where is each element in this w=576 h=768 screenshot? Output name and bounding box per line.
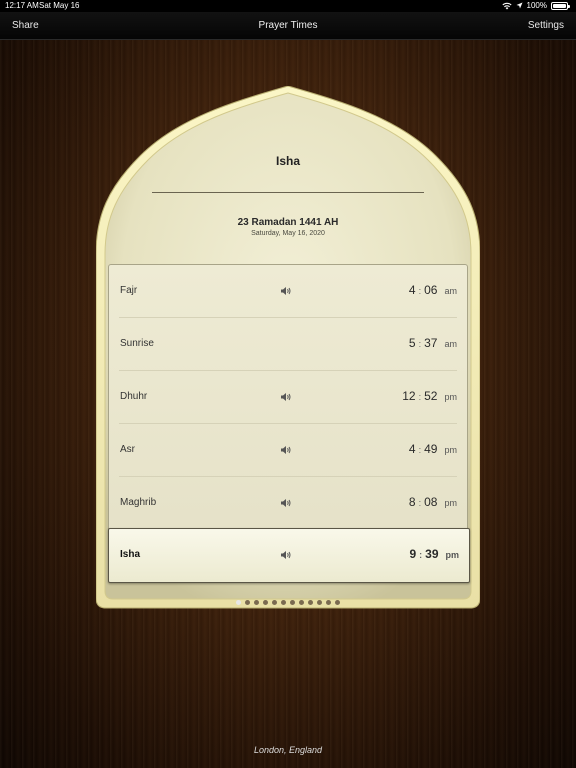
prayer-name: Sunrise: [120, 338, 154, 349]
prayer-name: Fajr: [120, 285, 138, 296]
page-title: Prayer Times: [258, 20, 318, 31]
time-minute: 06: [424, 283, 438, 297]
speaker-icon[interactable]: [280, 286, 292, 296]
status-right: 100%: [501, 1, 570, 10]
status-bar: 12:17 AM Sat May 16 100%: [0, 0, 576, 12]
page-dot[interactable]: [308, 600, 313, 605]
prayer-row-dhuhr[interactable]: Dhuhr 12 : 52 pm: [109, 371, 467, 424]
page-dot[interactable]: [236, 600, 241, 605]
time-hour: 5: [408, 336, 416, 350]
prayer-time: 8 : 08 pm: [402, 495, 457, 509]
time-colon: :: [418, 339, 422, 349]
prayer-time: 9 : 39 pm: [402, 547, 459, 561]
page-dot[interactable]: [263, 600, 268, 605]
prayer-time: 5 : 37 am: [402, 336, 457, 350]
nav-bar: Share Prayer Times Settings: [0, 12, 576, 40]
time-hour: 4: [408, 283, 416, 297]
prayer-time: 4 : 49 pm: [402, 442, 457, 456]
time-minute: 52: [424, 389, 438, 403]
time-minute: 39: [425, 547, 439, 561]
prayer-row-isha[interactable]: Isha 9 : 39 pm: [108, 528, 470, 583]
time-minute: 49: [424, 442, 438, 456]
status-time: 12:17 AM: [5, 1, 39, 10]
page-dot[interactable]: [281, 600, 286, 605]
time-period: pm: [444, 445, 457, 455]
prayer-times-list: Fajr 4 : 06 am Sunrise 5 : 37 am Dhuhr 1…: [108, 264, 470, 583]
time-period: pm: [444, 392, 457, 402]
prayer-name: Dhuhr: [120, 391, 148, 402]
time-hour: 8: [408, 495, 416, 509]
current-prayer-name: Isha: [275, 154, 300, 168]
time-period: am: [444, 339, 457, 349]
page-dot[interactable]: [326, 600, 331, 605]
page-dot[interactable]: [245, 600, 250, 605]
time-minute: 37: [424, 336, 438, 350]
time-period: pm: [445, 550, 460, 560]
time-period: pm: [444, 498, 457, 508]
prayer-name: Asr: [120, 444, 135, 455]
time-period: am: [444, 286, 457, 296]
time-colon: :: [418, 392, 422, 402]
prayer-time: 12 : 52 pm: [402, 389, 457, 403]
time-hour: 12: [402, 389, 416, 403]
time-colon: :: [419, 550, 423, 560]
title-divider: [152, 192, 424, 193]
gregorian-date: Saturday, May 16, 2020: [251, 230, 325, 237]
prayer-row-fajr[interactable]: Fajr 4 : 06 am: [109, 265, 467, 318]
page-dot[interactable]: [317, 600, 322, 605]
settings-button[interactable]: Settings: [528, 20, 564, 31]
location-arrow-icon: [516, 2, 523, 9]
status-date: Sat May 16: [39, 1, 80, 10]
page-indicator[interactable]: [0, 600, 576, 606]
speaker-icon[interactable]: [280, 550, 292, 560]
speaker-icon[interactable]: [280, 392, 292, 402]
time-hour: 9: [409, 547, 417, 561]
page-dot[interactable]: [299, 600, 304, 605]
prayer-name: Maghrib: [120, 497, 157, 508]
time-colon: :: [418, 445, 422, 455]
speaker-icon[interactable]: [280, 498, 292, 508]
prayer-row-maghrib[interactable]: Maghrib 8 : 08 pm: [109, 477, 467, 530]
time-colon: :: [418, 286, 422, 296]
location-label: London, England: [253, 745, 323, 755]
time-minute: 08: [424, 495, 438, 509]
page-dot[interactable]: [290, 600, 295, 605]
prayer-row-sunrise[interactable]: Sunrise 5 : 37 am: [109, 318, 467, 371]
speaker-icon[interactable]: [280, 445, 292, 455]
prayer-card: Isha 23 Ramadan 1441 AH Saturday, May 16…: [96, 86, 480, 610]
page-dot[interactable]: [335, 600, 340, 605]
time-hour: 4: [408, 442, 416, 456]
page-dot[interactable]: [272, 600, 277, 605]
prayer-name: Isha: [120, 549, 141, 560]
page-dot[interactable]: [254, 600, 259, 605]
wifi-icon: [501, 2, 512, 9]
battery-icon: [551, 1, 570, 10]
prayer-row-asr[interactable]: Asr 4 : 49 pm: [109, 424, 467, 477]
time-colon: :: [418, 498, 422, 508]
hijri-date: 23 Ramadan 1441 AH: [237, 217, 339, 228]
prayer-time: 4 : 06 am: [402, 283, 457, 297]
battery-percent: 100%: [526, 1, 547, 10]
